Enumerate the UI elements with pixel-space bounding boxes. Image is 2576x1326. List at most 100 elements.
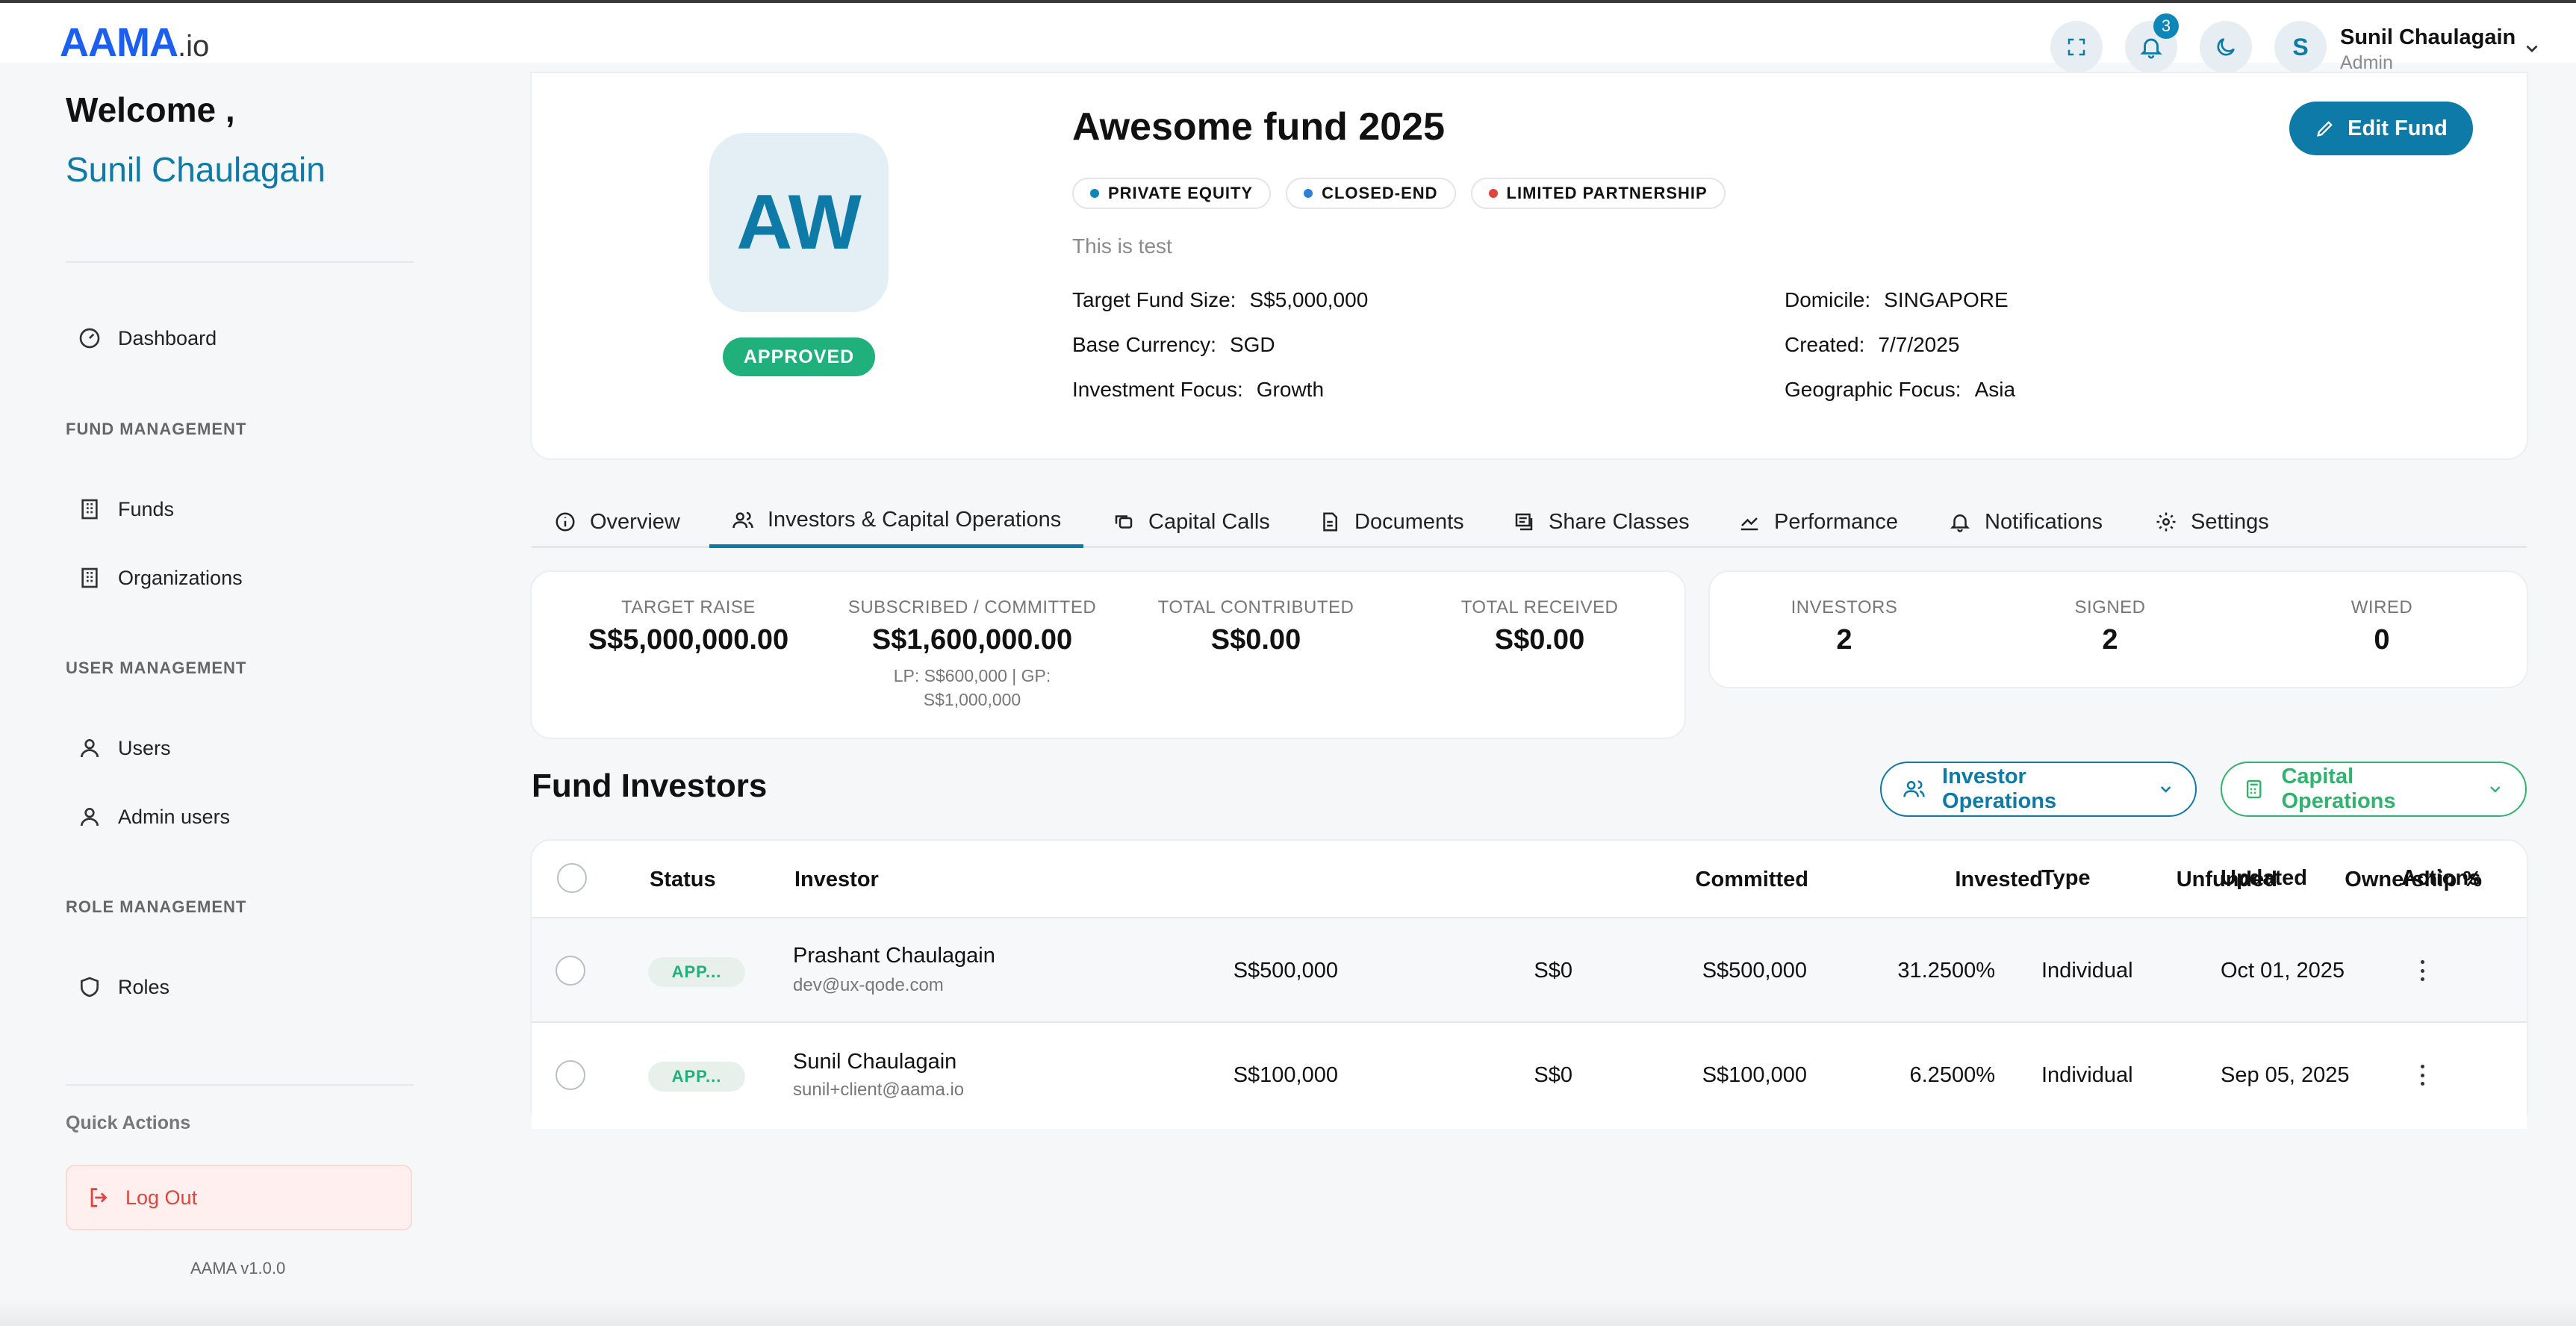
- investor-operations-button[interactable]: Investor Operations: [1880, 762, 2197, 817]
- detail-domicile: Domicile: SINGAPORE: [1785, 288, 2009, 312]
- gear-icon: [2156, 512, 2176, 532]
- logout-button[interactable]: Log Out: [66, 1165, 412, 1230]
- investor-operations-label: Investor Operations: [1942, 765, 2057, 813]
- calculator-icon: [2246, 779, 2262, 799]
- investor-name[interactable]: Prashant Chaulagain: [793, 944, 995, 968]
- section-fund-management: FUND MANAGEMENT: [66, 420, 247, 438]
- row-checkbox[interactable]: [556, 1060, 585, 1090]
- fund-description: This is test: [1072, 234, 1172, 258]
- investor-name[interactable]: Sunil Chaulagain: [793, 1050, 956, 1074]
- stat-label: SUBSCRIBED / COMMITTED: [847, 597, 1097, 617]
- tag-dot: [1090, 189, 1099, 198]
- capital-operations-button[interactable]: Capital Operations: [2221, 762, 2527, 817]
- logout-label: Log Out: [125, 1186, 198, 1209]
- sidebar-item-funds[interactable]: Funds: [78, 488, 174, 530]
- tab-label: Capital Calls: [1148, 509, 1270, 534]
- detail-label: Base Currency:: [1072, 333, 1216, 356]
- detail-target-fund-size: Target Fund Size: S$5,000,000: [1072, 288, 1368, 312]
- gauge-icon: [79, 328, 100, 349]
- column-header-investor[interactable]: Investor: [794, 868, 879, 892]
- detail-value: 7/7/2025: [1878, 333, 1960, 356]
- sidebar-item-label: Admin users: [118, 805, 231, 828]
- users-icon: [732, 511, 753, 528]
- user-icon: [81, 739, 99, 758]
- section-user-management: USER MANAGEMENT: [66, 659, 247, 677]
- cell-updated: Oct 01, 2025: [2221, 959, 2345, 983]
- dark-mode-toggle[interactable]: [2200, 21, 2252, 73]
- chevron-down-icon: [2490, 786, 2501, 793]
- row-actions-menu-icon[interactable]: [2413, 956, 2431, 986]
- app-version: AAMA v1.0.0: [190, 1259, 286, 1277]
- sidebar-item-users[interactable]: Users: [78, 727, 171, 769]
- select-all-checkbox[interactable]: [557, 863, 587, 893]
- welcome-heading: Welcome ,: [66, 90, 235, 129]
- stat-label: WIRED: [2351, 597, 2413, 617]
- column-header-invested[interactable]: Invested: [1834, 868, 2043, 892]
- app-logo[interactable]: AAMA.io: [60, 19, 209, 66]
- detail-label: Investment Focus:: [1072, 378, 1243, 401]
- sidebar-item-roles[interactable]: Roles: [78, 966, 169, 1008]
- sidebar-item-label: Dashboard: [118, 326, 217, 349]
- fund-status-badge: APPROVED: [723, 337, 875, 376]
- edit-fund-button[interactable]: Edit Fund: [2289, 102, 2473, 155]
- chevron-down-icon[interactable]: [2522, 39, 2542, 58]
- detail-geographic-focus: Geographic Focus: Asia: [1785, 378, 2015, 402]
- copy-icon: [1115, 515, 1133, 529]
- tab-label: Share Classes: [1549, 509, 1690, 534]
- cell-invested: S$0: [1534, 1063, 1572, 1087]
- stat-total-contributed: TOTAL CONTRIBUTED S$0.00: [1129, 597, 1383, 656]
- logout-icon: [90, 1188, 108, 1207]
- column-header-status[interactable]: Status: [650, 868, 716, 892]
- building-icon: [81, 499, 98, 520]
- user-avatar[interactable]: S: [2274, 21, 2327, 73]
- tab-capital-calls[interactable]: Capital Calls: [1113, 496, 1270, 548]
- sidebar-item-admin-users[interactable]: Admin users: [78, 796, 230, 838]
- stat-signed: SIGNED 2: [2020, 597, 2200, 656]
- sidebar-item-label: Users: [118, 736, 171, 759]
- stat-label: TARGET RAISE: [621, 597, 756, 617]
- sidebar-item-dashboard[interactable]: Dashboard: [78, 317, 217, 359]
- sidebar-item-organizations[interactable]: Organizations: [78, 557, 243, 599]
- stat-value: S$1,600,000.00: [871, 624, 1073, 656]
- tab-settings[interactable]: Settings: [2155, 496, 2269, 548]
- stat-investors: INVESTORS 2: [1755, 597, 1934, 656]
- detail-label: Target Fund Size:: [1072, 288, 1236, 311]
- info-icon: [556, 512, 575, 532]
- stat-target-raise: TARGET RAISE S$5,000,000.00: [561, 597, 815, 656]
- stat-value: S$5,000,000.00: [588, 624, 789, 656]
- stat-sub-line: LP: S$600,000 | GP:: [893, 666, 1051, 685]
- column-header-committed[interactable]: Committed: [1599, 868, 1808, 892]
- chart-icon: [1740, 517, 1758, 531]
- tag-dot: [1304, 189, 1313, 198]
- detail-value: Asia: [1974, 378, 2016, 401]
- tab-investors-capital-operations[interactable]: Investors & Capital Operations: [709, 496, 1084, 548]
- stat-value: S$0.00: [1494, 624, 1585, 656]
- sidebar-divider: [66, 261, 414, 263]
- column-header-type[interactable]: Type: [2041, 866, 2091, 891]
- tab-share-classes[interactable]: Share Classes: [1513, 496, 1690, 548]
- tab-overview[interactable]: Overview: [554, 496, 680, 548]
- fullscreen-button[interactable]: [2050, 21, 2103, 73]
- capital-stats-card: TARGET RAISE S$5,000,000.00 SUBSCRIBED /…: [530, 570, 1686, 739]
- tag-limited-partnership: LIMITED PARTNERSHIP: [1470, 178, 1726, 209]
- tab-label: Settings: [2191, 509, 2269, 534]
- detail-value: S$5,000,000: [1249, 288, 1369, 311]
- column-header-updated[interactable]: Updated: [2221, 866, 2307, 891]
- cell-ownership: 6.2500%: [1909, 1063, 1996, 1087]
- row-actions-menu-icon[interactable]: [2413, 1060, 2431, 1090]
- detail-value: Growth: [1256, 378, 1325, 401]
- sidebar: [0, 63, 478, 1326]
- cell-ownership: 31.2500%: [1897, 959, 1995, 983]
- stat-sub-line: S$1,000,000: [923, 690, 1021, 710]
- tab-performance[interactable]: Performance: [1738, 496, 1898, 548]
- sidebar-divider: [66, 1084, 414, 1086]
- stat-value: S$0.00: [1210, 624, 1301, 656]
- detail-value: SINGAPORE: [1884, 288, 2009, 311]
- notifications-button[interactable]: 3: [2125, 13, 2179, 73]
- tab-documents[interactable]: Documents: [1319, 496, 1464, 548]
- stat-subscribed-breakdown: LP: S$600,000 | GP: S$1,000,000: [838, 664, 1107, 712]
- row-checkbox[interactable]: [556, 956, 585, 986]
- cell-type: Individual: [2041, 1063, 2133, 1087]
- user-name[interactable]: Sunil Chaulagain: [2340, 25, 2516, 50]
- tab-notifications[interactable]: Notifications: [1949, 496, 2103, 548]
